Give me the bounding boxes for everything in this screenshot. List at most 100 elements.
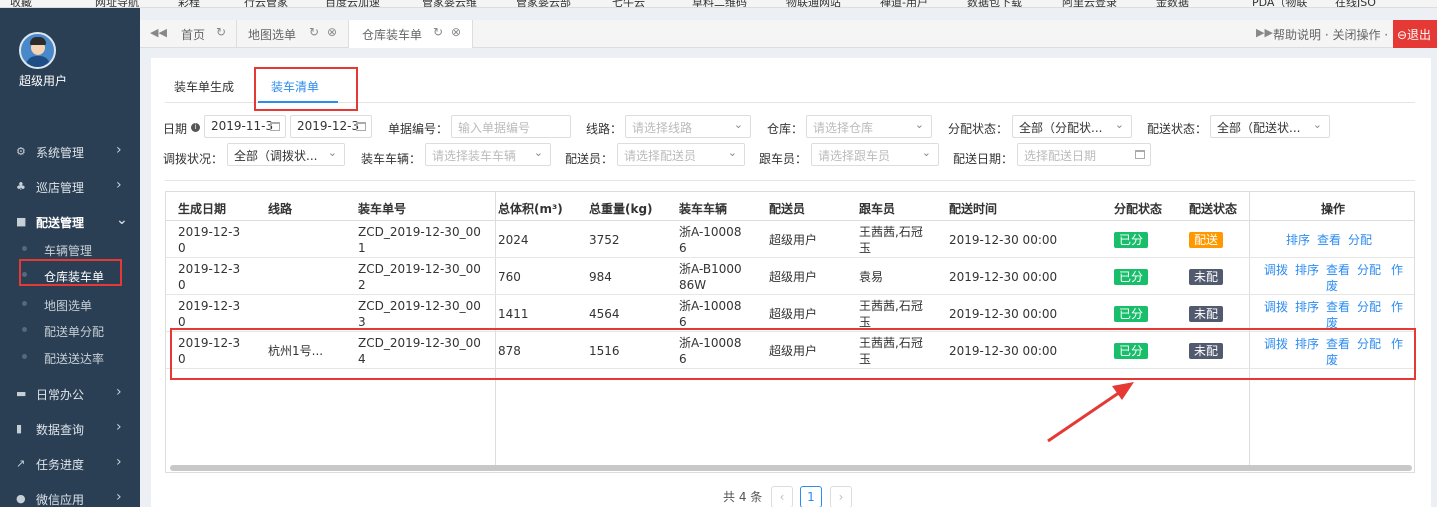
column-header[interactable]: 装车车辆 [679, 200, 727, 217]
main-panel: 装车单生成 装车清单 日期 i 2019-11-3 2019-12-3 单据编号… [151, 58, 1431, 507]
follower-select[interactable]: 请选择跟车员 ⌄ [811, 143, 939, 166]
horizontal-scrollbar[interactable] [170, 465, 1412, 471]
sidebar-subitem-delivery-rate[interactable]: 配送送达率 [0, 344, 140, 370]
bookmark[interactable]: 禅道-用户 [880, 0, 928, 7]
tabs-forward-icon[interactable]: ▶▶ [1256, 26, 1273, 39]
column-header[interactable]: 线路 [268, 200, 292, 217]
pager-next-button[interactable]: › [830, 486, 852, 507]
column-header[interactable]: 分配状态 [1114, 200, 1162, 217]
column-header[interactable]: 总体积(m³) [498, 200, 563, 217]
bookmark[interactable]: 管家婆云维 [422, 0, 477, 7]
refresh-icon[interactable]: ↻ [216, 25, 226, 39]
assign-status-select[interactable]: 全部（分配状... ⌄ [1012, 115, 1132, 138]
void-link[interactable]: 作 [1391, 261, 1403, 278]
column-header[interactable]: 跟车员 [859, 200, 895, 217]
sort-link[interactable]: 排序 [1295, 261, 1319, 278]
close-icon[interactable]: ⊗ [451, 25, 461, 39]
bookmark[interactable]: 网址导航 [95, 0, 139, 7]
bookmark[interactable]: 阿里云登录 [1062, 0, 1117, 7]
sidebar-item-system[interactable]: ⚙ 系统管理 › [0, 136, 140, 168]
vehicle-select[interactable]: 请选择装车车辆 ⌄ [425, 143, 551, 166]
deliverer-select[interactable]: 请选择配送员 ⌄ [617, 143, 745, 166]
transfer-link[interactable]: 调拨 [1264, 261, 1288, 278]
bookmark[interactable]: 管家婆云部 [516, 0, 571, 7]
assign-link[interactable]: 分配 [1357, 261, 1381, 278]
void-link[interactable]: 作 [1391, 298, 1403, 315]
pager-prev-button[interactable]: ‹ [771, 486, 793, 507]
sort-link[interactable]: 排序 [1286, 231, 1310, 248]
chevron-down-icon: ⌄ [733, 118, 743, 131]
tab-home[interactable]: 首页 ↻ [170, 20, 237, 48]
bookmark[interactable]: 彩程 [178, 0, 200, 7]
cell-vehicle: 86W [679, 278, 707, 292]
bookmark[interactable]: 草料二维码 [692, 0, 747, 7]
bookmark[interactable]: 金数据 [1156, 0, 1189, 7]
sidebar-item-label: 系统管理 [36, 146, 85, 160]
cell-date: 2019-12-3 [178, 225, 241, 239]
subtab-generate[interactable]: 装车单生成 [174, 78, 234, 95]
bookmark[interactable]: PDA（物联 [1252, 0, 1307, 7]
refresh-icon[interactable]: ↻ [433, 25, 443, 39]
delivery-status-select[interactable]: 全部（配送状... ⌄ [1210, 115, 1330, 138]
bookmark[interactable]: 百度云加速 [325, 0, 380, 7]
column-header[interactable]: 配送状态 [1189, 200, 1237, 217]
column-header[interactable]: 配送员 [769, 200, 805, 217]
bookmark[interactable]: 七牛云 [612, 0, 645, 7]
bill-no-input[interactable]: 输入单据编号 [451, 115, 571, 138]
assign-link[interactable]: 分配 [1348, 231, 1372, 248]
bookmark[interactable]: 数据包下载 [967, 0, 1022, 7]
refresh-icon[interactable]: ↻ [309, 25, 319, 39]
cell-bill-no: 2 [358, 278, 366, 292]
bookmark[interactable]: 物联通网站 [786, 0, 841, 7]
chevron-right-icon: › [116, 384, 122, 400]
avatar[interactable] [19, 32, 56, 69]
sidebar-item-wechat[interactable]: ● 微信应用 › [0, 483, 140, 507]
route-label: 线路： [586, 122, 623, 136]
cell-vehicle: 浙A-10008 [679, 299, 742, 313]
sidebar-item-task-progress[interactable]: ↗ 任务进度 › [0, 448, 140, 480]
sidebar-item-office[interactable]: ▬ 日常办公 › [0, 378, 140, 410]
column-header[interactable]: 生成日期 [178, 200, 226, 217]
logout-button[interactable]: ⊖退出 [1393, 20, 1437, 48]
column-header[interactable]: 操作 [1321, 200, 1345, 217]
column-header[interactable]: 装车单号 [358, 200, 406, 217]
tabs-back-icon[interactable]: ◀◀ [150, 26, 167, 39]
highlight-box-sidebar [19, 259, 122, 286]
transfer-link[interactable]: 调拨 [1264, 298, 1288, 315]
sidebar-subitem-order-assign[interactable]: 配送单分配 [0, 317, 140, 343]
sitemap-icon: ♣ [16, 180, 26, 193]
chevron-right-icon: › [116, 489, 122, 505]
cell-follower: 王茜茜,石冠 [859, 299, 923, 313]
date-from-input[interactable]: 2019-11-3 [204, 115, 286, 138]
sidebar-item-label: 日常办公 [36, 388, 85, 402]
chevron-down-icon: ⌄ [116, 212, 128, 228]
sidebar-item-data-query[interactable]: ▮ 数据查询 › [0, 413, 140, 445]
bookmark[interactable]: 在线JSO [1335, 0, 1376, 7]
tab-map-select[interactable]: 地图选单 ↻ ⊗ [237, 20, 349, 48]
date-to-input[interactable]: 2019-12-3 [290, 115, 372, 138]
bookmark[interactable]: 收藏 [10, 0, 32, 7]
column-header[interactable]: 总重量(kg) [589, 200, 653, 217]
column-header[interactable]: 配送时间 [949, 200, 997, 217]
transfer-status-select[interactable]: 全部（调拨状... ⌄ [227, 143, 345, 166]
pager-page-button[interactable]: 1 [800, 486, 822, 507]
sort-link[interactable]: 排序 [1295, 298, 1319, 315]
tab-warehouse-loading[interactable]: 仓库装车单 ↻ ⊗ [349, 20, 473, 48]
void-link[interactable]: 废 [1326, 277, 1338, 294]
sidebar-item-delivery[interactable]: ■ 配送管理 ⌄ [0, 206, 140, 238]
view-link[interactable]: 查看 [1326, 298, 1350, 315]
assign-link[interactable]: 分配 [1357, 298, 1381, 315]
assign-status-badge: 已分 [1114, 269, 1149, 285]
close-icon[interactable]: ⊗ [327, 25, 337, 39]
sidebar-subitem-map-select[interactable]: 地图选单 [0, 291, 140, 317]
view-link[interactable]: 查看 [1326, 261, 1350, 278]
view-link[interactable]: 查看 [1317, 231, 1341, 248]
help-menu[interactable]: 帮助说明 · 关闭操作 · [1273, 26, 1388, 43]
bookmark[interactable]: 行云管家 [244, 0, 288, 7]
warehouse-select[interactable]: 请选择仓库 ⌄ [806, 115, 932, 138]
sidebar-item-store-patrol[interactable]: ♣ 巡店管理 › [0, 171, 140, 203]
bookmarks-bar: 收藏 网址导航 彩程 行云管家 百度云加速 管家婆云维 管家婆云部 七牛云 草料… [0, 0, 1437, 8]
route-select[interactable]: 请选择线路 ⌄ [625, 115, 751, 138]
deliverer-label: 配送员： [565, 152, 614, 166]
delivery-date-input[interactable]: 选择配送日期 [1017, 143, 1151, 166]
